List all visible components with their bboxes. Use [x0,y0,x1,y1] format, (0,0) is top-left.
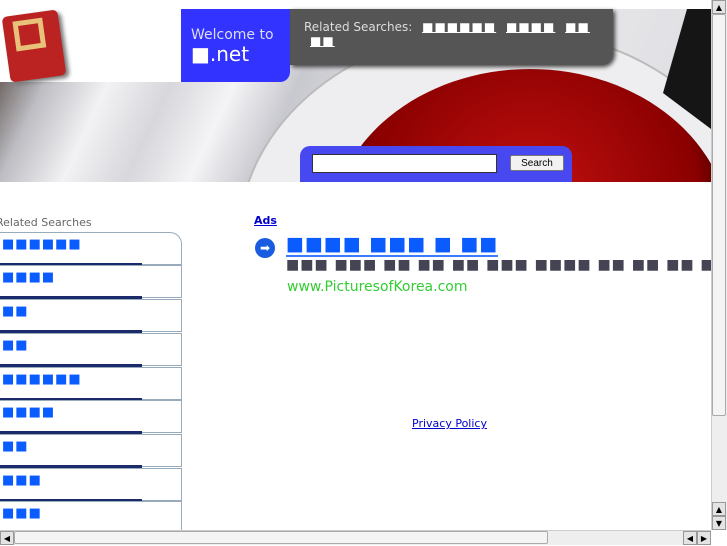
sidebar-link[interactable]: ■■ [2,338,29,353]
welcome-text: Welcome to [191,27,274,43]
ad-url-link[interactable]: www.PicturesofKorea.com [287,279,468,295]
ads-label[interactable]: Ads [254,214,277,227]
related-link[interactable]: ■■ [565,20,590,34]
sidebar-link[interactable]: ■■ [2,439,29,454]
welcome-box: Welcome to ■.net [181,9,290,82]
search-panel: Search [300,146,572,182]
sidebar-link[interactable]: ■■■ [2,506,42,521]
sidebar-item[interactable]: ■■ [0,434,182,468]
vertical-scroll-thumb[interactable] [712,14,726,416]
sidebar-item[interactable]: ■■■ [0,468,182,502]
scroll-up-icon[interactable]: ▲ [712,502,726,516]
sidebar-link[interactable]: ■■■■ [2,270,55,285]
search-input[interactable] [312,154,497,173]
block-cube-logo-icon [1,9,67,83]
sidebar-title: Related Searches [0,216,92,229]
horizontal-scroll-thumb[interactable] [14,531,548,544]
ad-description: ■■■ ■■■ ■■ ■■ ■■ ■■■ ■■■■ ■■ ■■ ■■ ■■ [286,257,711,273]
scroll-left-icon[interactable]: ◀ [683,531,697,545]
arrow-right-icon[interactable]: ➡ [255,238,275,258]
sidebar-item[interactable]: ■■■■■■ [0,232,182,266]
privacy-policy-link[interactable]: Privacy Policy [412,417,487,430]
related-link[interactable]: ■■ [310,34,335,48]
scroll-right-icon[interactable]: ▶ [697,531,711,545]
ad-title-link[interactable]: ■■■■ ■■■ ■ ■■ [286,233,499,257]
related-link[interactable]: ■■■■ [506,20,555,34]
sidebar-item[interactable]: ■■ [0,299,182,333]
sidebar-link[interactable]: ■■■ [2,473,42,488]
sidebar-link[interactable]: ■■ [2,304,29,319]
search-button[interactable]: Search [510,155,564,171]
scroll-up-icon[interactable]: ▲ [712,0,726,14]
top-related-searches: Related Searches: ■■■■■■ ■■■■ ■■ ■■ [290,9,613,65]
logo[interactable] [0,9,181,83]
sidebar-link[interactable]: ■■■■ [2,405,55,420]
scroll-left-icon[interactable]: ◀ [0,531,14,545]
sidebar-item[interactable]: ■■■■ [0,265,182,299]
scroll-down-icon[interactable]: ▼ [712,516,726,530]
domain-name: ■.net [191,42,250,66]
related-label: Related Searches: [304,20,413,34]
sidebar-item[interactable]: ■■■■■■ [0,367,182,401]
related-link[interactable]: ■■■■■■ [422,20,496,34]
sidebar-item[interactable]: ■■ [0,333,182,367]
sidebar-item[interactable]: ■■■■ [0,400,182,434]
sidebar-link[interactable]: ■■■■■■ [2,372,82,387]
sidebar-link[interactable]: ■■■■■■ [2,237,82,252]
